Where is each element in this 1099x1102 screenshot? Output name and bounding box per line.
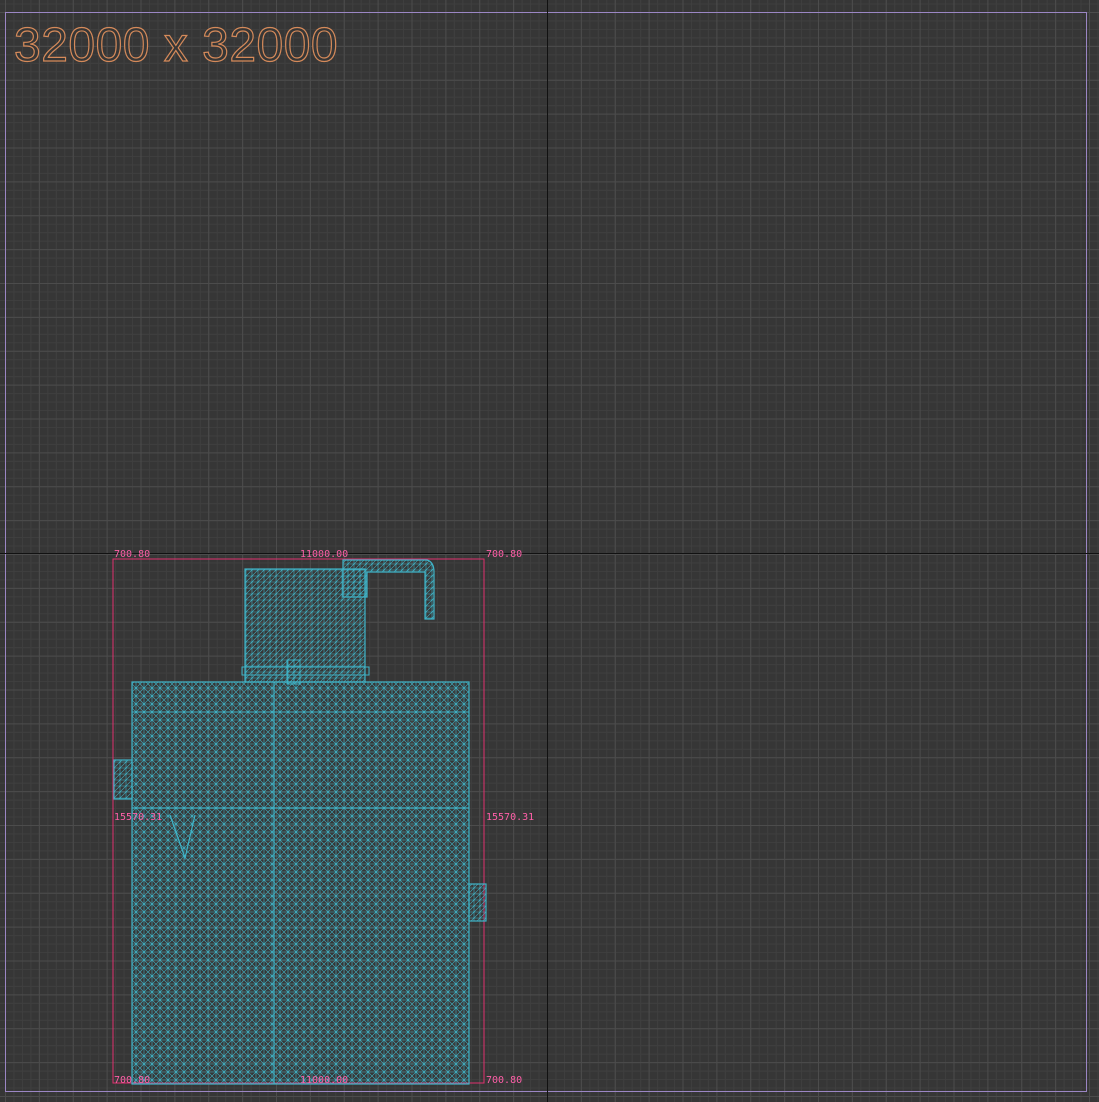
mesh-left-protrusion xyxy=(113,759,133,800)
dimension-bottom-left: 700.80 xyxy=(114,1075,151,1086)
dimension-bottom-center: 11000.00 xyxy=(300,1075,349,1086)
dimension-top-right: 700.80 xyxy=(486,549,523,560)
dimension-top-center: 11000.00 xyxy=(300,549,349,560)
wireframe-mesh[interactable] xyxy=(0,0,1099,1102)
top-view-viewport[interactable]: 32000 x 32000 700.80 11000.00 700.80 155… xyxy=(0,0,1099,1102)
dimension-top-left: 700.80 xyxy=(114,549,151,560)
mesh-main-body xyxy=(131,681,470,1085)
dimension-mid-right: 15570.31 xyxy=(486,812,535,823)
dimension-mid-left: 15570.31 xyxy=(114,812,163,823)
mesh-right-protrusion xyxy=(468,883,487,922)
dimension-bottom-right: 700.80 xyxy=(486,1075,523,1086)
